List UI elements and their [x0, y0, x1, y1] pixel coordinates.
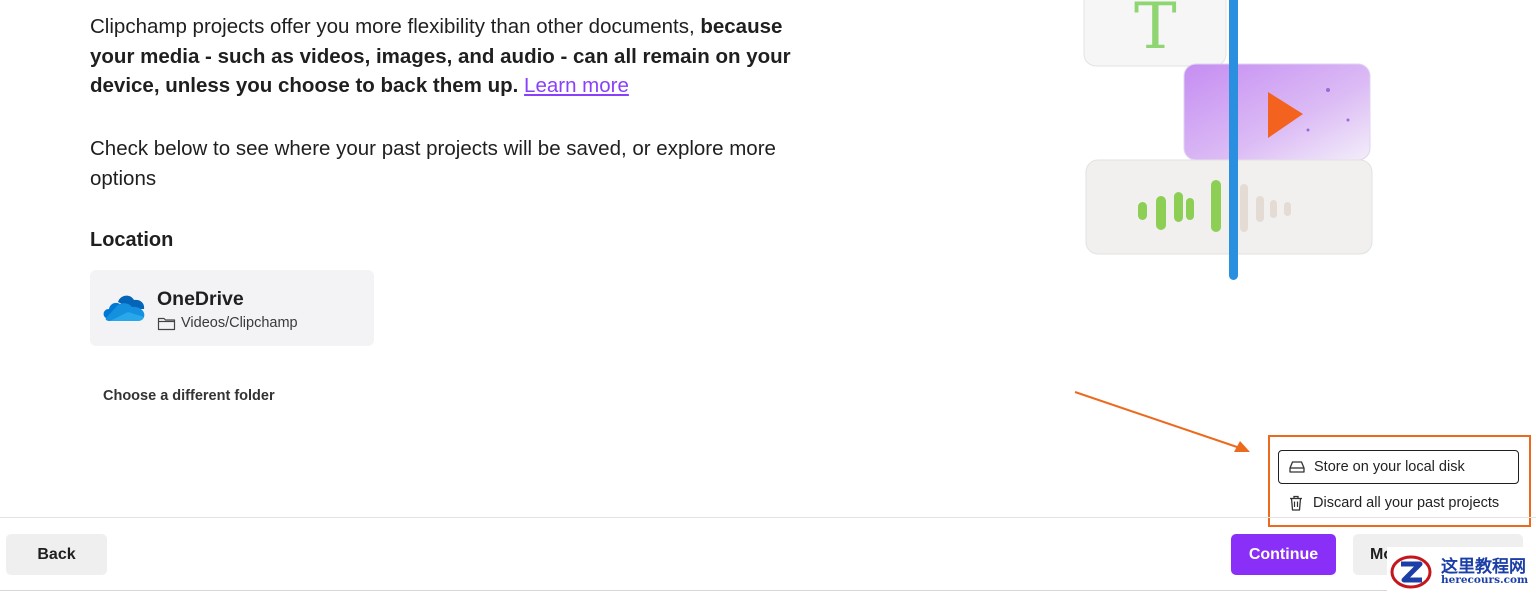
learn-more-link[interactable]: Learn more [524, 74, 629, 97]
location-heading: Location [90, 229, 174, 251]
onedrive-cloud-icon [103, 295, 145, 321]
trash-icon [1290, 495, 1302, 511]
store-local-disk-option[interactable]: Store on your local disk [1278, 450, 1519, 484]
disk-icon [1289, 461, 1305, 473]
back-button[interactable]: Back [6, 534, 107, 575]
continue-button[interactable]: Continue [1231, 534, 1336, 575]
watermark-sub-text: herecours.com [1441, 574, 1529, 586]
location-path: Videos/Clipchamp [157, 315, 298, 331]
bottom-divider [0, 590, 1400, 591]
intro-paragraph: Clipchamp projects offer you more flexib… [90, 12, 810, 101]
check-below-text: Check below to see where your past proje… [90, 137, 776, 190]
footer-divider [0, 517, 1536, 518]
clipchamp-illustration: T [1083, 0, 1373, 280]
store-local-disk-label: Store on your local disk [1314, 459, 1465, 475]
folder-icon [157, 317, 176, 330]
location-name: OneDrive [157, 288, 244, 310]
choose-different-folder-link[interactable]: Choose a different folder [103, 388, 275, 404]
location-path-text: Videos/Clipchamp [181, 315, 298, 331]
watermark-logo-icon [1390, 555, 1432, 589]
location-card-onedrive[interactable]: OneDrive Videos/Clipchamp [90, 270, 374, 346]
discard-past-projects-label: Discard all your past projects [1313, 495, 1500, 511]
annotation-arrow [1074, 391, 1250, 452]
discard-past-projects-option[interactable]: Discard all your past projects [1278, 486, 1519, 520]
svg-text:T: T [1134, 0, 1177, 64]
watermark: 这里教程网 herecours.com [1387, 547, 1536, 593]
intro-regular-text: Clipchamp projects offer you more flexib… [90, 15, 701, 38]
